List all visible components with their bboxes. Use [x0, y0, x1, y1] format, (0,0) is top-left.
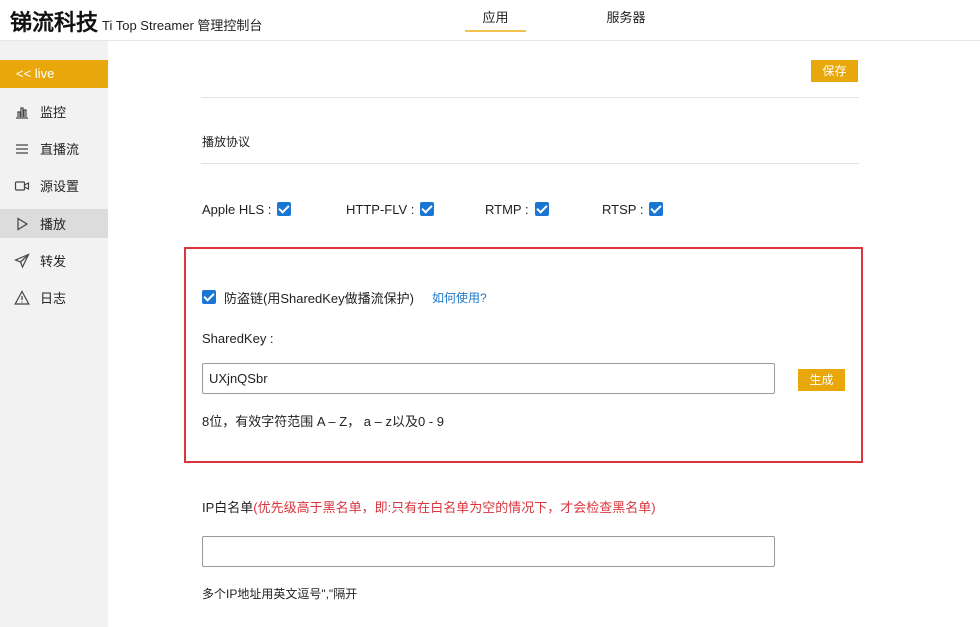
rtmp-checkbox[interactable] [534, 202, 549, 216]
ip-whitelist-title: IP白名单 [202, 500, 254, 515]
brand: 锑流科技 Ti Top Streamer 管理控制台 [10, 5, 263, 36]
ip-whitelist-note: (优先级高于黑名单，即:只有在白名单为空的情况下，才会检查黑名单) [253, 500, 656, 515]
warning-icon [14, 289, 30, 306]
protocol-rtsp: RTSP : [602, 200, 664, 218]
protocol-label: HTTP-FLV : [346, 201, 415, 217]
sidebar-item-label: 直播流 [40, 142, 80, 157]
sidebar-item-live-streams[interactable]: 直播流 [0, 134, 108, 163]
protocol-label: RTMP : [485, 201, 529, 217]
sidebar-item-label: 播放 [40, 217, 67, 232]
brand-name: 锑流科技 [10, 11, 99, 36]
sidebar: << live 监控 直播流 源设置 播放 转发 日志 [0, 41, 108, 627]
list-icon [14, 141, 30, 157]
tab-servers[interactable]: 服务器 [596, 0, 656, 32]
sidebar-item-label: 源设置 [40, 179, 80, 194]
highlight-box [184, 247, 863, 463]
anti-leech-label: 防盗链(用SharedKey做播流保护) [224, 290, 414, 306]
anti-leech-row: 防盗链(用SharedKey做播流保护) 如何使用? [202, 289, 487, 306]
protocol-label: Apple HLS : [202, 201, 272, 217]
bar-chart-icon [14, 104, 30, 120]
section-title-playback-protocols: 播放协议 [202, 135, 251, 149]
sidebar-item-source-settings[interactable]: 源设置 [0, 171, 108, 200]
rtsp-checkbox[interactable] [649, 202, 664, 216]
ip-whitelist-hint: 多个IP地址用英文逗号","隔开 [202, 587, 358, 601]
sidebar-item-playback[interactable]: 播放 [0, 209, 108, 238]
ip-whitelist-input[interactable] [202, 536, 775, 567]
tab-apps[interactable]: 应用 [465, 0, 526, 32]
ip-whitelist-label: IP白名单(优先级高于黑名单，即:只有在白名单为空的情况下，才会检查黑名单) [202, 497, 656, 516]
shared-key-label: SharedKey : [202, 331, 274, 346]
video-camera-icon [14, 178, 30, 194]
shared-key-input[interactable] [202, 363, 775, 394]
hls-checkbox[interactable] [277, 202, 292, 216]
protocol-hls: Apple HLS : [202, 200, 292, 218]
brand-subtitle: Ti Top Streamer 管理控制台 [102, 18, 263, 33]
sidebar-item-logs[interactable]: 日志 [0, 283, 108, 312]
sidebar-item-forward[interactable]: 转发 [0, 246, 108, 275]
shared-key-hint: 8位，有效字符范围 A – Z， a – z以及0 - 9 [202, 414, 444, 429]
divider [201, 97, 859, 98]
protocol-label: RTSP : [602, 201, 644, 217]
sidebar-item-monitor[interactable]: 监控 [0, 97, 108, 126]
protocol-http-flv: HTTP-FLV : [346, 200, 435, 218]
top-header: 锑流科技 Ti Top Streamer 管理控制台 应用 服务器 [0, 0, 980, 41]
sidebar-item-label: 日志 [40, 291, 67, 306]
http-flv-checkbox[interactable] [420, 202, 435, 216]
save-button[interactable]: 保存 [811, 60, 858, 82]
play-icon [14, 216, 30, 232]
send-icon [14, 252, 30, 269]
sidebar-live-back[interactable]: << live [0, 60, 108, 88]
how-to-use-link[interactable]: 如何使用? [432, 289, 487, 306]
protocol-rtmp: RTMP : [485, 200, 549, 218]
anti-leech-checkbox[interactable] [202, 290, 216, 304]
generate-button[interactable]: 生成 [798, 369, 845, 391]
divider [201, 163, 859, 164]
sidebar-item-label: 监控 [40, 105, 67, 120]
sidebar-item-label: 转发 [40, 254, 67, 269]
